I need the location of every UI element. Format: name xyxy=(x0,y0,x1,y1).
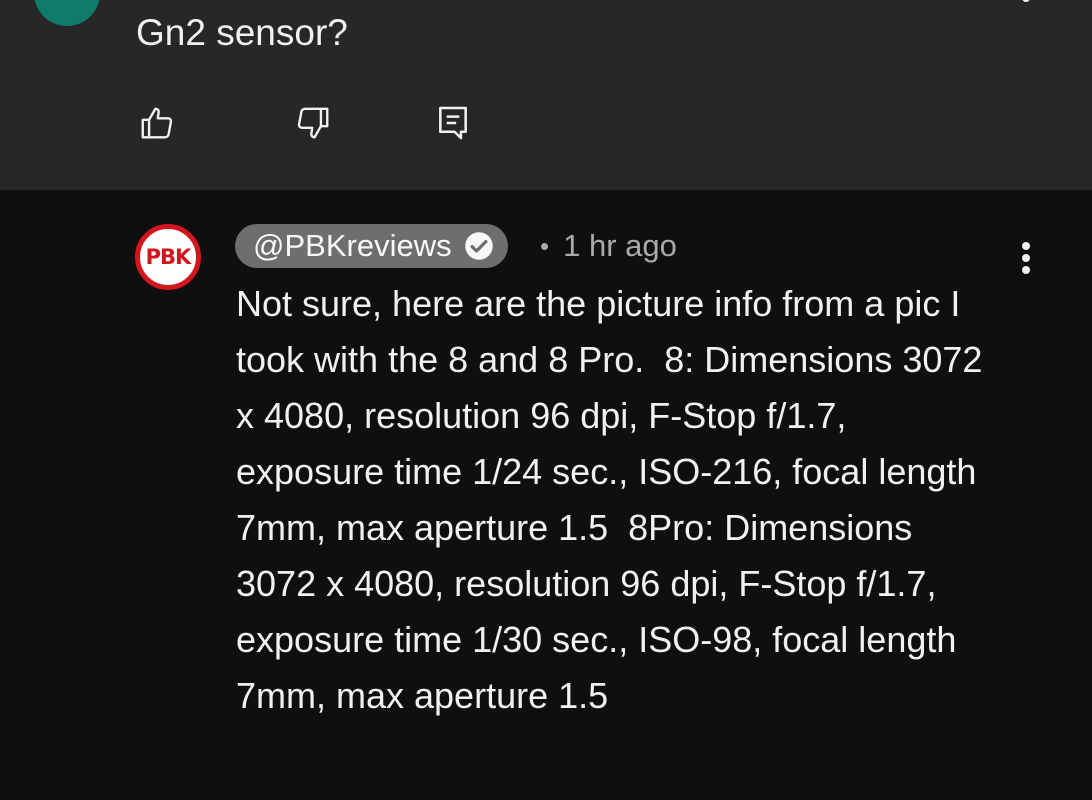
top-comment: Gn2 sensor? xyxy=(0,0,1092,190)
comment-actions xyxy=(0,102,600,146)
author-chip[interactable]: @PBKreviews xyxy=(235,224,508,268)
avatar[interactable]: PBK xyxy=(135,224,201,290)
author-name: @PBKreviews xyxy=(253,228,452,263)
comment-text: Not sure, here are the picture info from… xyxy=(236,283,993,716)
comment-text: Gn2 sensor? xyxy=(136,12,348,53)
reply-button[interactable] xyxy=(432,102,474,144)
thumbs-down-icon xyxy=(297,107,329,139)
like-button[interactable] xyxy=(136,102,178,144)
timestamp: • 1 hr ago xyxy=(540,224,677,268)
reply-comment: PBK @PBKreviews • 1 hr ago Not sure, her… xyxy=(0,190,1092,800)
separator: • xyxy=(540,230,550,261)
verified-check-icon xyxy=(464,232,493,260)
dislike-button[interactable] xyxy=(292,102,334,144)
more-vert-icon[interactable] xyxy=(1016,238,1036,278)
avatar-label: PBK xyxy=(145,245,192,269)
comments-page: Gn2 sensor? PBK @PBKreviews • 1 hr ago N… xyxy=(0,0,1092,800)
thumbs-up-icon xyxy=(141,107,173,139)
time-text: 1 hr ago xyxy=(563,228,677,263)
reply-icon xyxy=(439,106,467,140)
avatar[interactable] xyxy=(34,0,100,26)
more-vert-icon[interactable] xyxy=(1016,0,1036,14)
